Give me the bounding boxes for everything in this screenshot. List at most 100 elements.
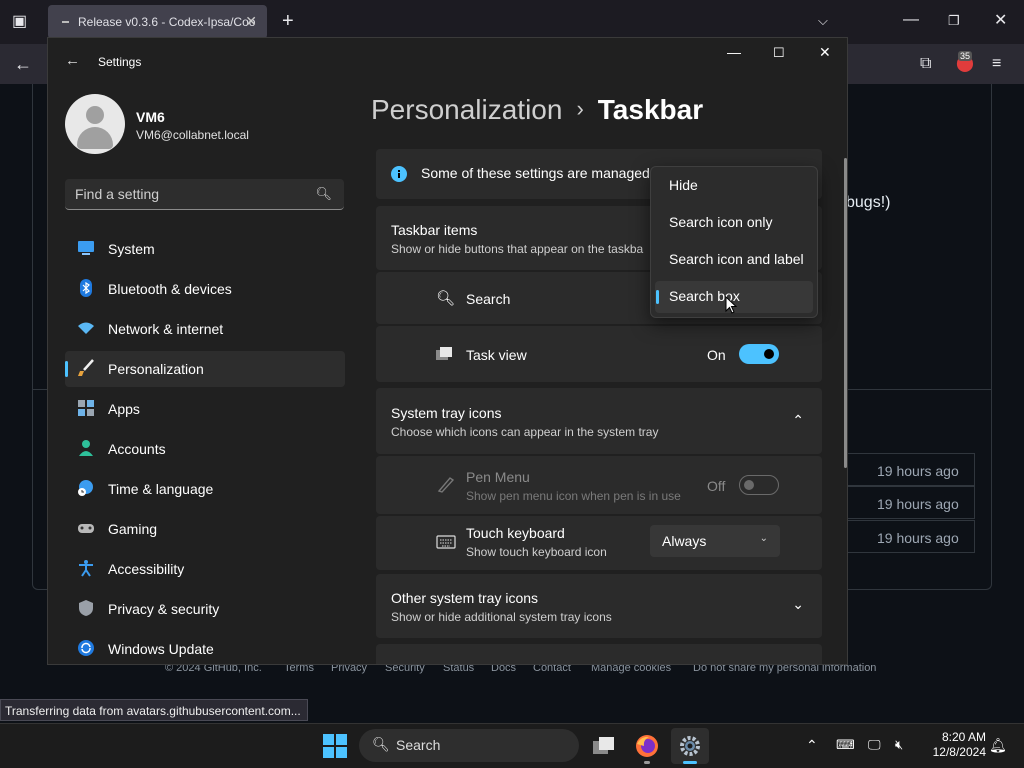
- nav-item-personalization[interactable]: Personalization: [65, 351, 345, 387]
- settings-back-icon[interactable]: ←: [65, 52, 80, 69]
- tab-overflow-chevron-icon[interactable]: ⌵: [818, 13, 828, 29]
- nav-item-system[interactable]: System: [65, 231, 345, 267]
- nav-item-privacy[interactable]: Privacy & security: [65, 591, 345, 627]
- browser-status-bar: Transferring data from avatars.githubuse…: [0, 699, 308, 721]
- pen-menu-row[interactable]: Pen Menu Show pen menu icon when pen is …: [376, 456, 822, 514]
- task-view-state: On: [707, 347, 726, 363]
- taskbar-search-box[interactable]: 🔍︎ Search: [359, 729, 579, 762]
- search-icon: 🔍︎: [315, 186, 332, 201]
- settings-close-icon[interactable]: ✕: [819, 44, 831, 61]
- task-view-label: Task view: [466, 347, 527, 363]
- managed-info-text: Some of these settings are managed: [421, 165, 650, 181]
- dropdown-option-icon-label[interactable]: Search icon and label: [655, 244, 813, 276]
- touch-keyboard-value: Always: [662, 533, 707, 549]
- taskbar-items-subtitle: Show or hide buttons that appear on the …: [391, 242, 644, 256]
- toggle-knob: [744, 480, 754, 490]
- nav-label: Gaming: [108, 521, 158, 537]
- breadcrumb-parent[interactable]: Personalization: [371, 94, 562, 125]
- nav-item-accessibility[interactable]: Accessibility: [65, 551, 345, 587]
- task-view-button[interactable]: [585, 728, 623, 764]
- back-icon[interactable]: ←: [14, 55, 32, 73]
- system-tray-card[interactable]: System tray icons Choose which icons can…: [376, 388, 822, 454]
- task-view-icon: [593, 737, 614, 754]
- system-tray-subtitle: Choose which icons can appear in the sys…: [391, 425, 659, 439]
- touch-keyboard-dropdown[interactable]: Always ⌄: [650, 525, 780, 557]
- other-tray-subtitle: Show or hide additional system tray icon…: [391, 610, 612, 624]
- next-card-partial[interactable]: [376, 644, 822, 664]
- breadcrumb: Personalization › Taskbar: [371, 94, 703, 126]
- nav-label: Network & internet: [108, 321, 224, 337]
- accessibility-icon: [79, 560, 93, 577]
- clock-date: 12/8/2024: [932, 745, 986, 759]
- browser-tab[interactable]: Release v0.3.6 - Codex-Ipsa/Coo ✕: [48, 5, 267, 39]
- windows-start-icon[interactable]: [323, 734, 347, 758]
- settings-scrollbar[interactable]: [844, 158, 847, 468]
- release-text: bugs!): [846, 194, 891, 211]
- nav-label: Accounts: [108, 441, 166, 457]
- volume-muted-icon[interactable]: 🔇︎: [895, 737, 903, 753]
- nav-label: Personalization: [108, 361, 204, 377]
- running-indicator: [644, 761, 650, 764]
- chevron-down-icon[interactable]: ⌄: [792, 596, 804, 613]
- nav-item-bluetooth[interactable]: Bluetooth & devices: [65, 271, 345, 307]
- restore-icon[interactable]: ❐: [948, 13, 960, 29]
- person-icon: [79, 440, 93, 456]
- clock[interactable]: 8:20 AM 12/8/2024: [920, 730, 986, 760]
- search-icon: 🔍︎: [436, 290, 456, 307]
- minimize-icon[interactable]: —: [903, 12, 919, 28]
- nav-item-accounts[interactable]: Accounts: [65, 431, 345, 467]
- nav-item-time-language[interactable]: Time & language: [65, 471, 345, 507]
- nav-label: Privacy & security: [108, 601, 220, 617]
- nav-item-network[interactable]: Network & internet: [65, 311, 345, 347]
- settings-minimize-icon[interactable]: —: [727, 44, 741, 60]
- firefox-icon: [636, 735, 658, 757]
- other-tray-title: Other system tray icons: [391, 590, 539, 606]
- keyboard-tray-icon[interactable]: ⌨: [836, 737, 855, 753]
- toggle-knob: [764, 349, 774, 359]
- avatar[interactable]: [65, 94, 125, 154]
- settings-taskbar-button[interactable]: [671, 728, 709, 764]
- task-view-toggle[interactable]: [739, 344, 779, 364]
- avatar-body: [77, 127, 113, 149]
- touch-keyboard-label: Touch keyboard: [466, 525, 565, 541]
- network-tray-icon[interactable]: 🖵︎: [868, 737, 881, 753]
- nav-item-apps[interactable]: Apps: [65, 391, 345, 427]
- pen-menu-state: Off: [707, 478, 726, 494]
- chevron-up-icon[interactable]: ⌃: [792, 412, 804, 429]
- settings-window: ← Settings — ☐ ✕ VM6 VM6@collabnet.local…: [47, 37, 848, 665]
- pen-menu-subtitle: Show pen menu icon when pen is in use: [466, 489, 681, 503]
- new-tab-icon[interactable]: +: [282, 11, 294, 31]
- settings-nav: System Bluetooth & devices Network & int…: [65, 231, 345, 664]
- extensions-icon[interactable]: ⧉: [920, 56, 931, 72]
- nav-label: System: [108, 241, 155, 257]
- dropdown-option-icon-only[interactable]: Search icon only: [655, 207, 813, 239]
- touch-keyboard-row[interactable]: Touch keyboard Show touch keyboard icon …: [376, 516, 822, 570]
- nav-item-windows-update[interactable]: Windows Update: [65, 631, 345, 664]
- show-hidden-icons-chevron[interactable]: ⌃: [806, 737, 818, 754]
- pen-menu-toggle[interactable]: [739, 475, 779, 495]
- tab-title: Release v0.3.6 - Codex-Ipsa/Coo: [78, 15, 256, 29]
- nav-label: Apps: [108, 401, 140, 417]
- globe-clock-icon: [78, 480, 93, 496]
- brush-icon: [78, 359, 94, 376]
- asset-time: 19 hours ago: [840, 520, 975, 553]
- nav-label: Time & language: [108, 481, 214, 497]
- taskbar-search-label: Search: [396, 737, 441, 753]
- notification-bell-icon[interactable]: 🔔︎: [989, 737, 1007, 754]
- menu-icon[interactable]: ≡: [992, 56, 1001, 72]
- windows-taskbar: 🔍︎ Search ⌃ ⌨ 🖵︎ 🔇︎ 8:20 AM 12/8/2024 🔔︎: [0, 723, 1024, 768]
- nav-label: Bluetooth & devices: [108, 281, 232, 297]
- firefox-taskbar-button[interactable]: [628, 728, 666, 764]
- task-view-row[interactable]: Task view On: [376, 326, 822, 382]
- nav-label: Accessibility: [108, 561, 185, 577]
- settings-maximize-icon[interactable]: ☐: [773, 45, 785, 61]
- tab-list-icon[interactable]: ▣: [12, 14, 27, 30]
- nav-item-gaming[interactable]: Gaming: [65, 511, 345, 547]
- other-tray-card[interactable]: Other system tray icons Show or hide add…: [376, 574, 822, 638]
- nav-label: Windows Update: [108, 641, 214, 657]
- tab-close-icon[interactable]: ✕: [245, 13, 257, 30]
- chevron-right-icon: ›: [576, 96, 584, 121]
- dropdown-option-hide[interactable]: Hide: [655, 170, 813, 202]
- find-setting-input[interactable]: Find a setting 🔍︎: [65, 179, 344, 210]
- close-icon[interactable]: ✕: [994, 13, 1007, 29]
